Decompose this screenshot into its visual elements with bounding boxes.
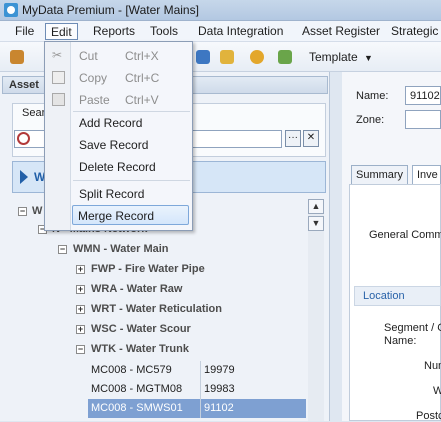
menu-reports[interactable]: Reports <box>88 23 140 40</box>
column-divider <box>200 380 201 399</box>
menu-item-copy[interactable]: Copy Ctrl+C <box>46 68 191 88</box>
name-label: Name: <box>356 90 389 102</box>
menu-file[interactable]: File <box>10 23 39 40</box>
tree-scrollbar[interactable] <box>308 199 324 421</box>
menu-item-add-record[interactable]: Add Record <box>46 113 191 133</box>
menu-item-shortcut: Ctrl+X <box>125 49 159 63</box>
number-label: Num <box>424 360 441 372</box>
menu-separator <box>73 111 190 112</box>
record-code: MC008 - MGTM08 <box>91 383 183 395</box>
name-field[interactable]: 91102 <box>405 86 441 105</box>
tree-node-label: W <box>32 205 43 217</box>
tree-node-label: WRT - Water Reticulation <box>91 303 222 315</box>
menu-bar: File Edit Reports Tools Data Integration… <box>0 21 441 42</box>
menu-tools[interactable]: Tools <box>145 23 183 40</box>
record-code: MC008 - SMWS01 <box>91 402 183 414</box>
record-id: 19979 <box>204 364 235 376</box>
tree-node-label: WTK - Water Trunk <box>91 343 189 355</box>
general-comments-label: General Comme <box>369 229 441 241</box>
expand-arrow-icon[interactable] <box>20 170 28 184</box>
paste-icon <box>52 93 65 106</box>
collapse-icon[interactable]: − <box>58 245 67 254</box>
menu-separator <box>73 180 190 181</box>
menu-data-integration[interactable]: Data Integration <box>193 23 288 40</box>
menu-item-label: Split Record <box>79 187 145 201</box>
menu-item-delete-record[interactable]: Delete Record <box>46 157 191 177</box>
column-divider <box>200 399 201 418</box>
copy-icon <box>52 71 65 84</box>
location-label: Location <box>363 290 405 302</box>
postcode-label: Postc <box>416 410 441 422</box>
menu-item-shortcut: Ctrl+V <box>125 93 159 107</box>
hand-icon[interactable] <box>250 50 264 64</box>
column-divider <box>200 361 201 380</box>
scissors-icon: ✂ <box>52 48 63 62</box>
menu-item-paste[interactable]: Paste Ctrl+V <box>46 90 191 110</box>
expand-icon[interactable]: + <box>76 285 85 294</box>
menu-item-cut[interactable]: ✂ Cut Ctrl+X <box>46 46 191 66</box>
table-row-selected[interactable]: MC008 - SMWS01 91102 <box>88 399 306 418</box>
expand-icon[interactable]: + <box>76 305 85 314</box>
database-icon[interactable] <box>220 50 234 64</box>
asset-pane-title: Asset <box>9 79 39 91</box>
tree-node-label: WRA - Water Raw <box>91 283 183 295</box>
w-label: W <box>433 385 441 397</box>
template-dropdown[interactable]: Template ▼ <box>309 50 373 64</box>
wrench-icon[interactable] <box>10 50 24 64</box>
map-icon[interactable] <box>278 50 292 64</box>
menu-item-label: Merge Record <box>78 209 155 223</box>
expand-icon[interactable]: + <box>76 265 85 274</box>
menu-item-shortcut: Ctrl+C <box>125 71 160 85</box>
search-label: Sear <box>22 107 46 119</box>
menu-item-label: Paste <box>79 93 110 107</box>
menu-item-label: Copy <box>79 71 108 85</box>
collapse-icon[interactable]: − <box>18 207 27 216</box>
location-section-header[interactable]: Location <box>354 286 441 306</box>
menu-item-merge-record[interactable]: Merge Record <box>72 205 189 225</box>
collapse-icon[interactable]: − <box>76 345 85 354</box>
forward-arrow-icon[interactable] <box>196 50 210 64</box>
record-id: 91102 <box>204 402 234 414</box>
tree-node-label: WSC - Water Scour <box>91 323 191 335</box>
menu-item-label: Cut <box>79 49 98 63</box>
clear-button[interactable]: ✕ <box>303 130 319 147</box>
zone-field[interactable] <box>405 110 441 129</box>
menu-item-label: Add Record <box>79 116 143 130</box>
app-icon <box>4 3 18 17</box>
menu-asset-register[interactable]: Asset Register <box>297 23 385 40</box>
window-title: MyData Premium - [Water Mains] <box>22 3 199 17</box>
title-bar: MyData Premium - [Water Mains] <box>0 0 441 21</box>
expand-icon[interactable]: + <box>76 325 85 334</box>
zone-label: Zone: <box>356 114 385 126</box>
scroll-down-icon[interactable]: ▼ <box>308 216 324 231</box>
tree-node-label: FWP - Fire Water Pipe <box>91 263 205 275</box>
tab-inventory[interactable]: Inve <box>412 165 441 185</box>
ellipsis-button[interactable]: ··· <box>285 130 301 147</box>
table-row[interactable]: MC008 - MGTM08 19983 <box>88 380 306 399</box>
segment-label: Segment / G <box>384 322 441 334</box>
tab-summary[interactable]: Summary <box>351 165 409 185</box>
search-icon <box>17 132 30 145</box>
tree-node-label: WMN - Water Main <box>73 243 169 255</box>
record-code: MC008 - MC579 <box>91 364 172 376</box>
menu-strategic[interactable]: Strategic <box>386 23 441 40</box>
menu-item-save-record[interactable]: Save Record <box>46 135 191 155</box>
chevron-down-icon: ▼ <box>364 53 373 63</box>
table-row[interactable]: MC008 - MC579 19979 <box>88 361 306 380</box>
menu-item-split-record[interactable]: Split Record <box>46 184 191 204</box>
menu-item-label: Delete Record <box>79 160 156 174</box>
template-label: Template <box>309 50 358 64</box>
record-id: 19983 <box>204 383 235 395</box>
segment-name-label: Name: <box>384 335 417 347</box>
scroll-up-icon[interactable]: ▲ <box>308 199 324 214</box>
menu-item-label: Save Record <box>79 138 149 152</box>
menu-edit[interactable]: Edit <box>45 23 78 40</box>
